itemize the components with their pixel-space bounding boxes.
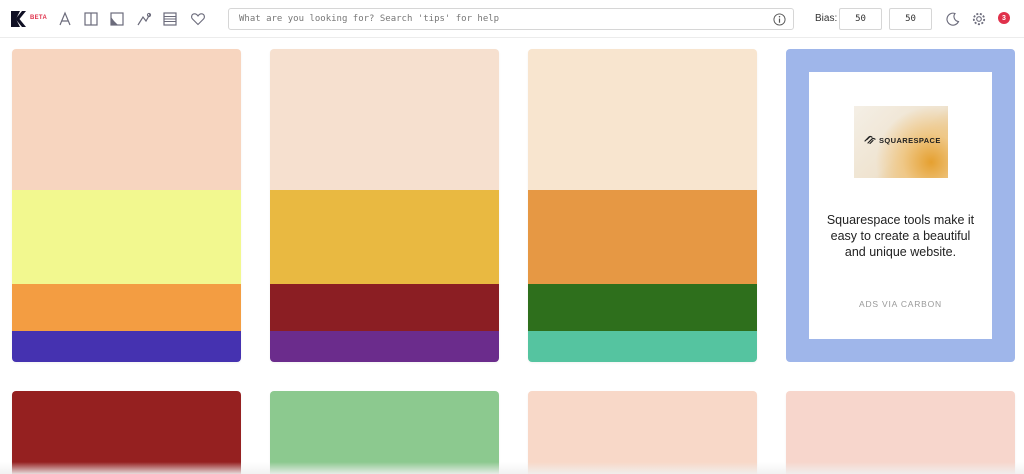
palette-card-3[interactable] — [528, 49, 757, 362]
beta-badge: BETA — [30, 15, 48, 21]
image-icon — [110, 12, 124, 26]
palette-swatch[interactable] — [270, 284, 499, 331]
palette-swatch[interactable] — [12, 49, 241, 190]
palette-swatch[interactable] — [12, 284, 241, 331]
ad-image[interactable]: SQUARESPACE — [854, 106, 948, 178]
columns-icon — [84, 12, 98, 26]
palette-swatch[interactable] — [786, 391, 1015, 474]
palette-swatch[interactable] — [12, 391, 241, 474]
palette-swatch[interactable] — [528, 190, 757, 284]
palette-swatch[interactable] — [528, 391, 757, 474]
font-icon — [59, 11, 71, 26]
palette-swatch[interactable] — [528, 284, 757, 331]
gradient-icon — [137, 12, 152, 26]
image-tool-button[interactable] — [108, 10, 126, 28]
list-tool-button[interactable] — [161, 10, 179, 28]
palette-card-7[interactable] — [528, 391, 757, 474]
font-tool-button[interactable] — [56, 10, 74, 28]
palette-card-2[interactable] — [270, 49, 499, 362]
favorites-tool-button[interactable] — [189, 10, 207, 28]
bias-input-2[interactable] — [889, 8, 932, 30]
palette-swatch[interactable] — [528, 331, 757, 362]
palette-swatch[interactable] — [270, 49, 499, 190]
ad-card: SQUARESPACE Squarespace tools make it ea… — [786, 49, 1015, 362]
squarespace-logo: SQUARESPACE — [864, 135, 941, 145]
palette-swatch[interactable] — [528, 49, 757, 190]
search-input[interactable] — [229, 9, 769, 29]
ad-text[interactable]: Squarespace tools make it easy to create… — [825, 212, 976, 260]
palette-card-5[interactable] — [12, 391, 241, 474]
settings-button[interactable] — [970, 10, 988, 28]
ad-content: SQUARESPACE Squarespace tools make it ea… — [809, 72, 992, 339]
logo-icon[interactable] — [11, 11, 27, 27]
notification-badge[interactable]: 3 — [998, 12, 1010, 24]
ad-brand: SQUARESPACE — [879, 135, 941, 145]
palette-card-8[interactable] — [786, 391, 1015, 474]
palette-swatch[interactable] — [270, 391, 499, 474]
top-bar: BETA Bias: 3 — [0, 0, 1024, 38]
palette-swatch[interactable] — [12, 331, 241, 362]
list-icon — [163, 12, 177, 26]
columns-tool-button[interactable] — [82, 10, 100, 28]
gear-icon — [972, 12, 986, 26]
palette-card-1[interactable] — [12, 49, 241, 362]
heart-icon — [191, 13, 205, 26]
palette-card-6[interactable] — [270, 391, 499, 474]
palette-swatch[interactable] — [12, 190, 241, 284]
palette-swatch[interactable] — [270, 331, 499, 362]
gradient-tool-button[interactable] — [135, 10, 153, 28]
bias-input-1[interactable] — [839, 8, 882, 30]
search-bar — [228, 8, 794, 30]
bias-label: Bias: — [815, 13, 838, 24]
info-icon[interactable] — [773, 13, 786, 26]
ad-via-link[interactable]: ADS VIA CARBON — [809, 299, 992, 309]
palette-swatch[interactable] — [270, 190, 499, 284]
moon-icon — [946, 12, 960, 26]
squarespace-logo-icon — [864, 135, 876, 145]
dark-mode-toggle[interactable] — [944, 10, 962, 28]
